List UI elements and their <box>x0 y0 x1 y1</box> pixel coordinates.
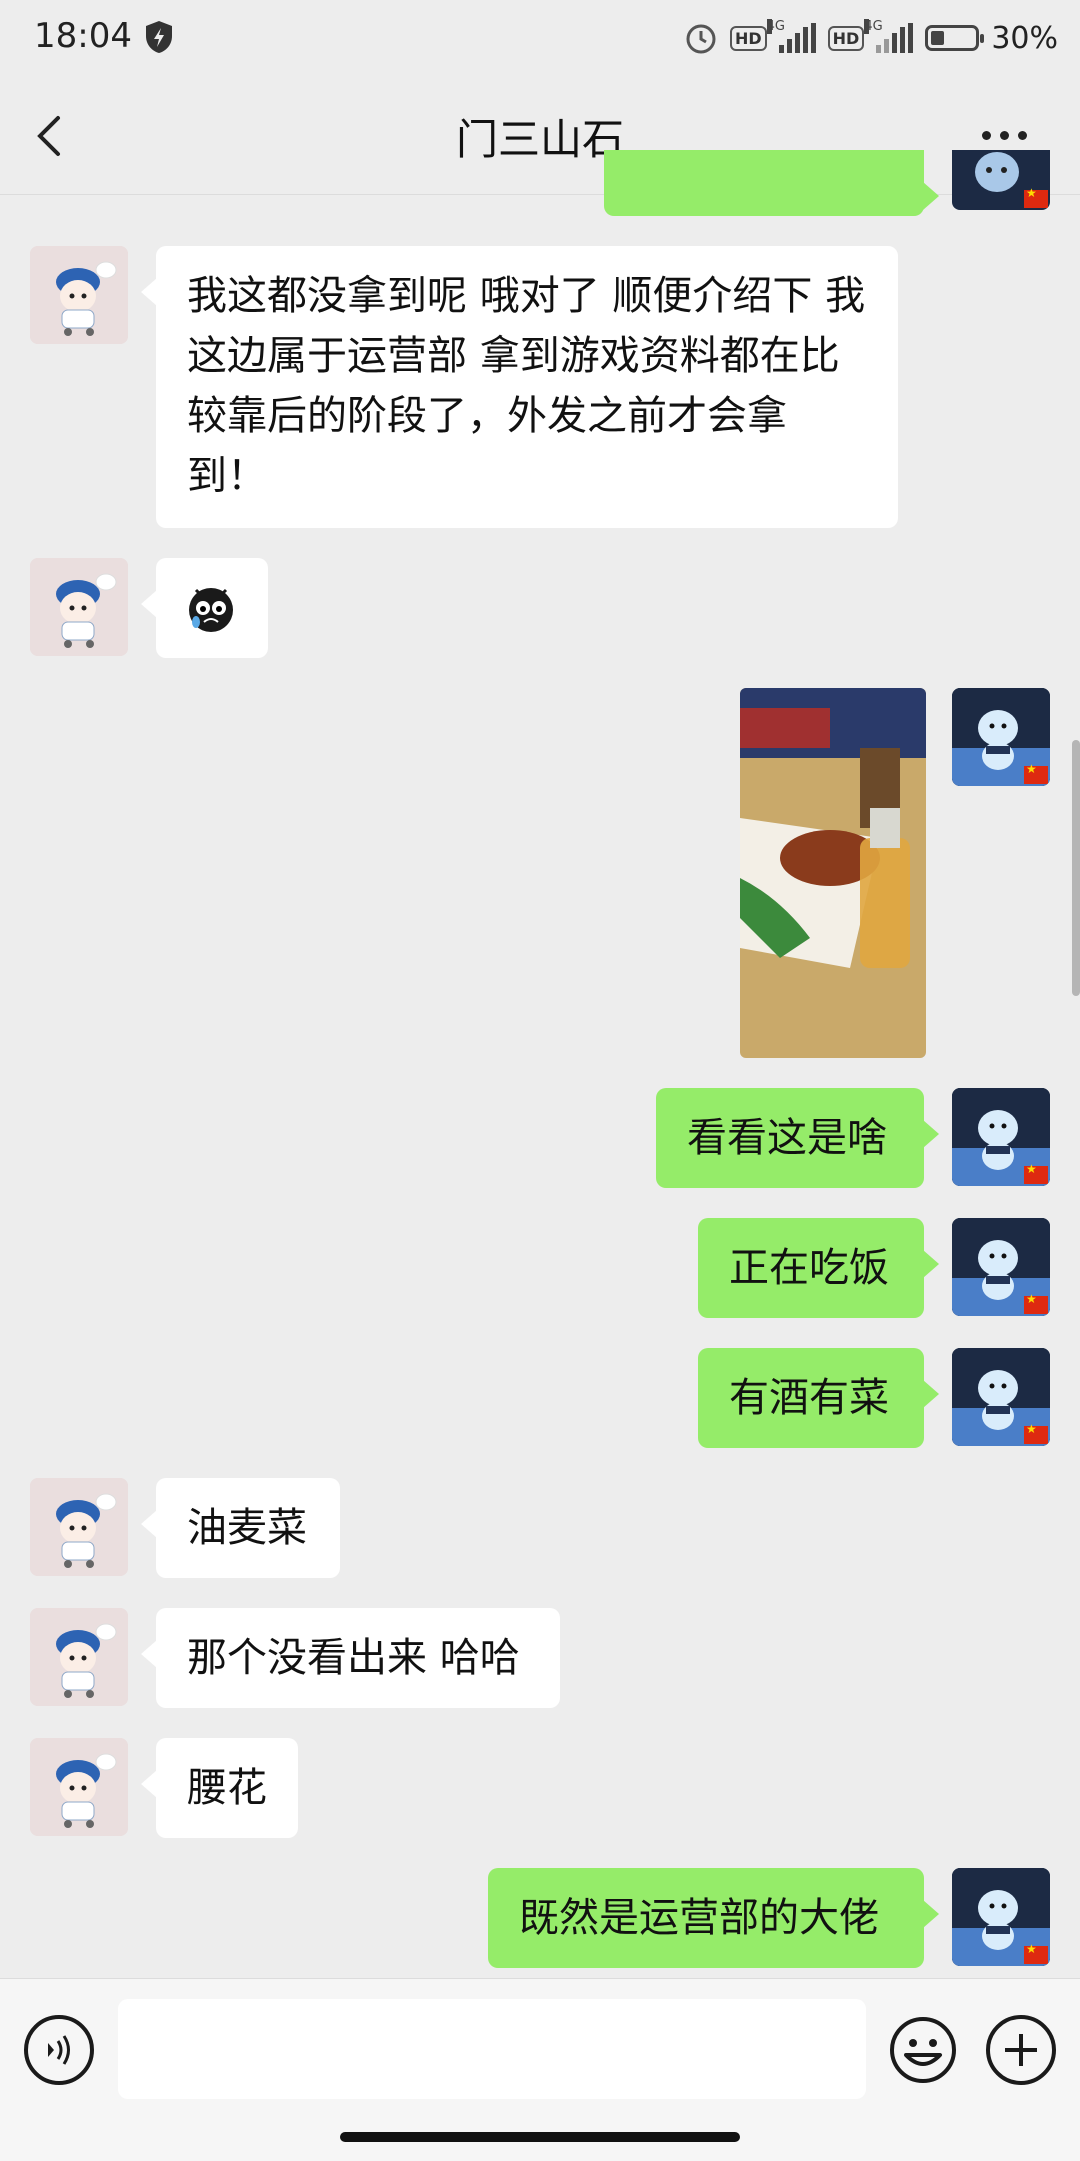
hd-badge: HD <box>729 25 767 51</box>
flag-icon <box>1024 762 1048 784</box>
avatar[interactable] <box>30 1608 128 1706</box>
cartoon-avatar-icon <box>30 1478 128 1576</box>
avatar[interactable] <box>30 1478 128 1576</box>
emoji-icon[interactable] <box>888 2015 958 2085</box>
message-bubble[interactable]: 我这都没拿到呢 哦对了 顺便介绍下 我 这边属于运营部 拿到游戏资料都在比 较靠… <box>141 246 898 528</box>
crying-face-icon <box>189 588 233 632</box>
photo-message[interactable] <box>740 688 926 1058</box>
signal-icon: 4G <box>766 19 816 53</box>
cartoon-avatar-icon <box>30 1738 128 1836</box>
photo-icon <box>740 688 926 1058</box>
voice-icon[interactable] <box>24 2015 94 2085</box>
flag-icon <box>1024 186 1048 208</box>
message-input[interactable] <box>118 1999 866 2099</box>
message-bubble[interactable]: 腰花 <box>141 1738 298 1838</box>
hd-badge: HD <box>827 25 865 51</box>
status-icons: HD 4G HD 4G 30% <box>684 18 1058 58</box>
avatar[interactable] <box>952 150 1050 210</box>
signal-icon: 4G <box>864 19 914 53</box>
flag-icon <box>1024 1942 1048 1964</box>
message-bubble[interactable]: 油麦菜 <box>141 1478 340 1578</box>
home-indicator[interactable] <box>340 2132 740 2142</box>
network-type: 4G <box>864 19 883 34</box>
battery-percent: 30% <box>991 20 1058 56</box>
message-bubble[interactable]: 有酒有菜 <box>698 1348 939 1448</box>
scrollbar[interactable] <box>1072 740 1080 996</box>
battery-icon <box>925 25 985 51</box>
status-bar: 18:04 HD 4G HD 4G 30% <box>0 0 1080 76</box>
avatar[interactable] <box>30 246 128 344</box>
message-bubble-partial[interactable] <box>604 150 939 216</box>
message-bubble[interactable]: 看看这是啥 <box>656 1088 939 1188</box>
voice-wave-icon <box>48 2035 70 2065</box>
plus-icon[interactable] <box>986 2015 1056 2085</box>
avatar[interactable] <box>952 1218 1050 1316</box>
avatar[interactable] <box>30 558 128 656</box>
cartoon-avatar-icon <box>30 558 128 656</box>
avatar[interactable] <box>952 1088 1050 1186</box>
avatar[interactable] <box>952 688 1050 786</box>
status-time: 18:04 <box>34 16 132 56</box>
cartoon-avatar-icon <box>30 246 128 344</box>
avatar[interactable] <box>952 1348 1050 1446</box>
avatar[interactable] <box>952 1868 1050 1966</box>
network-type: 4G <box>766 19 785 34</box>
battery-fill <box>931 31 944 45</box>
more-dots-icon[interactable] <box>982 120 1042 150</box>
cartoon-avatar-icon <box>30 1608 128 1706</box>
flag-icon <box>1024 1162 1048 1184</box>
plus-cross-icon <box>1005 2034 1037 2066</box>
shield-icon <box>146 21 172 53</box>
message-bubble-emoji[interactable] <box>141 558 268 658</box>
message-bubble[interactable]: 正在吃饭 <box>698 1218 939 1318</box>
flag-icon <box>1024 1422 1048 1444</box>
flag-icon <box>1024 1292 1048 1314</box>
alarm-icon <box>686 24 716 54</box>
message-bubble[interactable]: 既然是运营部的大佬 <box>488 1868 939 1968</box>
avatar[interactable] <box>30 1738 128 1836</box>
message-bubble[interactable]: 那个没看出来 哈哈 <box>141 1608 560 1708</box>
